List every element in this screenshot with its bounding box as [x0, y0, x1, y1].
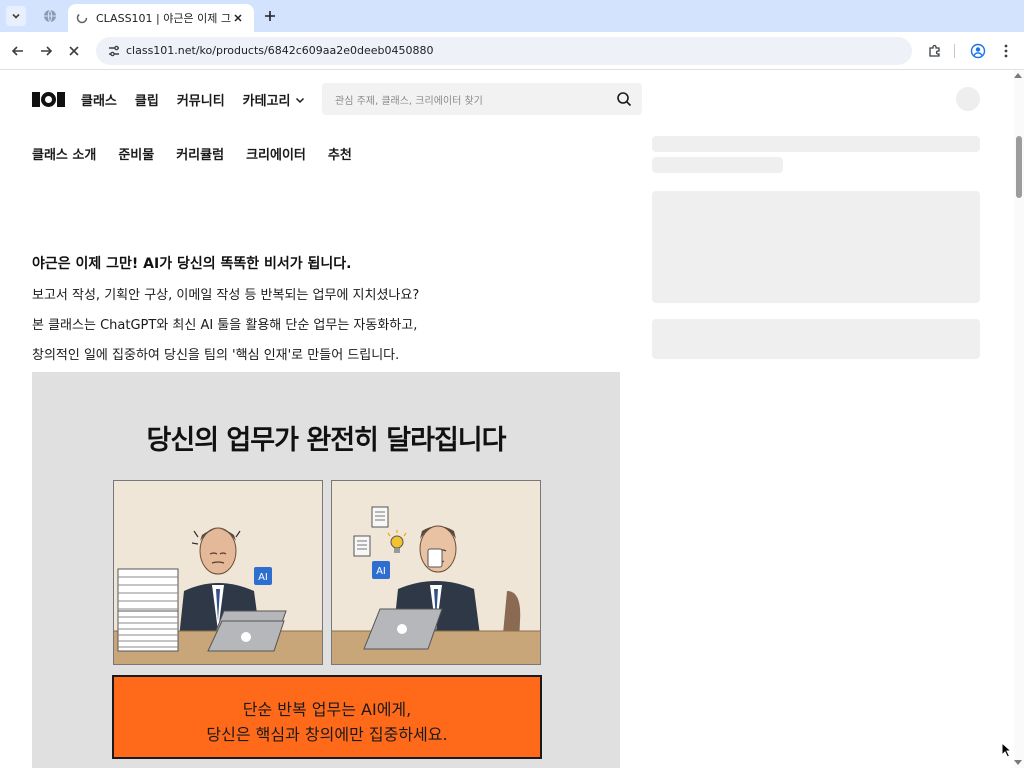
tab-close-button[interactable]: [230, 10, 246, 26]
forward-button[interactable]: [36, 41, 56, 61]
svg-text:AI: AI: [376, 566, 386, 577]
skeleton-card: [652, 191, 980, 303]
promo-image: 당신의 업무가 완전히 달라집니다 AI AI 단순 반복 업무는 AI에게, …: [32, 372, 620, 768]
tab-materials[interactable]: 준비물: [118, 144, 154, 163]
nav-classes[interactable]: 클래스: [81, 90, 117, 109]
browser-toolbar: class101.net/ko/products/6842c609aa2e0de…: [0, 32, 1024, 70]
plus-icon: [265, 11, 275, 21]
tab-curriculum[interactable]: 커리큘럼: [176, 144, 224, 163]
puzzle-icon: [929, 44, 940, 57]
page-scrollbar[interactable]: [1014, 70, 1024, 768]
stop-loading-button[interactable]: [64, 41, 84, 61]
tab-recommend[interactable]: 추천: [328, 144, 352, 163]
nav-category[interactable]: 카테고리: [243, 90, 305, 109]
avatar[interactable]: [956, 87, 980, 111]
skeleton-button: [652, 319, 980, 359]
new-tab-button[interactable]: [260, 6, 280, 26]
arrow-right-icon: [41, 46, 53, 56]
svg-text:AI: AI: [258, 572, 268, 583]
lightbulb-icon: [387, 530, 407, 553]
tune-icon: [109, 45, 119, 57]
profile-icon: [970, 43, 986, 59]
class-description-line: 보고서 작성, 기획안 구상, 이메일 작성 등 반복되는 업무에 지치셨나요?: [32, 288, 420, 303]
nav-community[interactable]: 커뮤니티: [177, 90, 225, 109]
active-tab[interactable]: CLASS101 | 야근은 이제 그만!: [68, 4, 254, 32]
arrow-left-icon: [11, 46, 23, 56]
class-description-heading: 야근은 이제 그만! AI가 당신의 똑똑한 비서가 됩니다.: [32, 256, 352, 272]
mouse-cursor-icon: [1001, 742, 1013, 758]
before-illustration: AI: [113, 480, 323, 665]
loading-favicon-icon: [76, 12, 88, 24]
search-icon[interactable]: [616, 91, 632, 107]
promo-caption-box: 단순 반복 업무는 AI에게, 당신은 핵심과 창의에만 집중하세요.: [112, 675, 542, 759]
scrollbar-thumb[interactable]: [1016, 136, 1022, 198]
logo-bar: [57, 91, 65, 107]
document-icon: [353, 506, 389, 557]
section-tabs: 클래스 소개 준비물 커리큘럼 크리에이터 추천: [32, 144, 374, 163]
toolbar-divider: [954, 44, 955, 58]
class101-logo[interactable]: [32, 91, 65, 107]
inactive-tab[interactable]: [34, 4, 66, 28]
nav-category-label: 카테고리: [242, 94, 291, 109]
logo-ring: [41, 91, 56, 107]
more-vert-icon: [1004, 44, 1008, 58]
close-icon: [69, 46, 79, 56]
logo-bar: [32, 91, 40, 107]
site-search-input[interactable]: 관심 주제, 클래스, 크리에이터 찾기: [322, 83, 642, 115]
site-info-button[interactable]: [106, 43, 122, 59]
stressed-worker-illustration: AI: [114, 527, 322, 664]
after-illustration: AI: [331, 480, 541, 665]
browser-tabstrip: CLASS101 | 야근은 이제 그만!: [0, 0, 1024, 32]
globe-icon: [44, 9, 56, 23]
promo-caption-line: 당신은 핵심과 창의에만 집중하세요.: [206, 725, 448, 744]
tab-creator[interactable]: 크리에이터: [246, 144, 306, 163]
chevron-down-icon: [295, 97, 304, 103]
profile-button[interactable]: [968, 41, 988, 61]
relaxed-worker-illustration: AI: [332, 506, 540, 664]
promo-title: 당신의 업무가 완전히 달라집니다: [146, 425, 507, 456]
scroll-up-arrow[interactable]: [1014, 73, 1022, 78]
tab-title: CLASS101 | 야근은 이제 그만!: [96, 12, 232, 25]
nav-clips[interactable]: 클립: [135, 90, 159, 109]
site-header: 클래스 클립 커뮤니티 카테고리 관심 주제, 클래스, 크리에이터 찾기: [0, 70, 1014, 128]
promo-caption-line: 단순 반복 업무는 AI에게,: [242, 700, 412, 719]
close-icon: [234, 14, 242, 22]
url-text: class101.net/ko/products/6842c609aa2e0de…: [126, 44, 434, 57]
chevron-down-icon: [12, 13, 20, 19]
skeleton-subtitle: [652, 157, 783, 173]
class-description-line: 창의적인 일에 집중하여 당신을 팀의 '핵심 인재'로 만들어 드립니다.: [32, 348, 400, 363]
back-button[interactable]: [8, 41, 28, 61]
site-nav: 클래스 클립 커뮤니티 카테고리: [81, 90, 323, 109]
skeleton-title: [652, 136, 980, 152]
browser-menu-button[interactable]: [996, 41, 1016, 61]
search-placeholder: 관심 주제, 클래스, 크리에이터 찾기: [335, 96, 483, 107]
extensions-button[interactable]: [925, 41, 945, 61]
tab-class-intro[interactable]: 클래스 소개: [32, 144, 96, 163]
tab-search-button[interactable]: [6, 6, 26, 26]
class-description-line: 본 클래스는 ChatGPT와 최신 AI 툴을 활용해 단순 업무는 자동화하…: [32, 318, 418, 333]
scroll-down-arrow[interactable]: [1014, 760, 1022, 765]
address-bar[interactable]: class101.net/ko/products/6842c609aa2e0de…: [96, 37, 912, 65]
page-viewport: 클래스 클립 커뮤니티 카테고리 관심 주제, 클래스, 크리에이터 찾기 클래…: [0, 70, 1024, 768]
